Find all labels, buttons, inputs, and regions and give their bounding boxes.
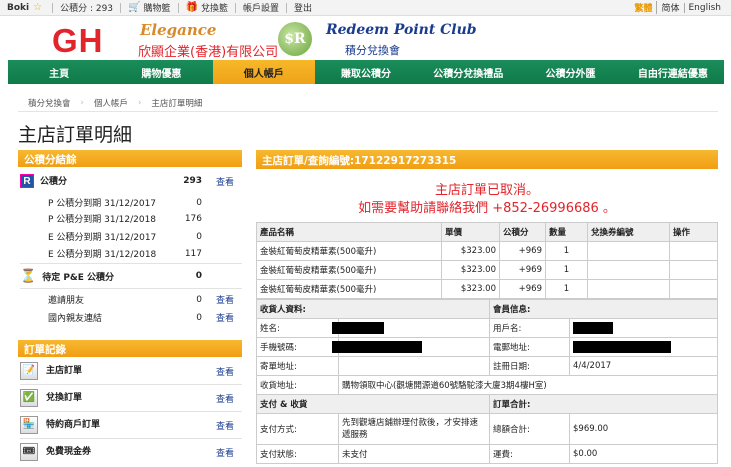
table-row: 收貨地址: 購物領取中心(觀塘開源道60號駱駝漆大廈3期4樓H室) — [256, 375, 718, 395]
club-name: Redeem Point Club — [326, 22, 477, 38]
divider — [20, 384, 242, 385]
redacted-username — [573, 322, 613, 334]
breadcrumb: 積分兌換會 › 個人帳戶 › 主店訂單明細 — [18, 95, 212, 111]
elegance-logo-text: Elegance — [140, 21, 217, 39]
page-title: 主店訂單明細 — [18, 124, 133, 146]
nav-earn-points[interactable]: 賺取公積分 — [315, 60, 417, 84]
points-summary-header: 公積分結餘 — [18, 150, 242, 167]
redacted-name — [332, 322, 384, 334]
nav-redeem-gifts[interactable]: 公積分兌換禮品 — [417, 60, 519, 84]
merchant-order-icon: 🏪 — [20, 416, 38, 434]
coupon-icon: 🎟 — [20, 443, 38, 461]
top-bar: Boki ☆ 公積分 : 293 🛒 購物籃 🎁 兌換籃 帳戶設置 登出 繁體 简体 … — [0, 0, 731, 16]
points-expiry-row: E 公積分到期 31/12/2018 117 — [48, 248, 202, 261]
order-header: 主店訂單/查詢編號:17122917273315 — [256, 150, 718, 169]
table-row: 金裝紅葡萄皮精華素(500毫升) $323.00 +969 1 — [256, 279, 718, 299]
nav-shopping-offers[interactable]: 購物優惠 — [110, 60, 212, 84]
order-items-table: 產品名稱 單價 公積分 數量 兌換券編號 操作 金裝紅葡萄皮精華素(500毫升)… — [256, 222, 718, 299]
star-icon: ☆ — [33, 2, 43, 13]
view-coupons-link[interactable]: 查看 — [202, 446, 234, 459]
table-row: 金裝紅葡萄皮精華素(500毫升) $323.00 +969 1 — [256, 241, 718, 261]
breadcrumb-item: 主店訂單明細 — [151, 99, 203, 109]
points-total-row: R 公積分 293 查看 — [20, 172, 242, 190]
order-info-table: 收貨人資料: 會員信息: 姓名: 用戶名: 手機號碼: 電郵地址: 寄單地址: … — [256, 299, 718, 464]
main-nav: 主頁 購物優惠 個人帳戶 賺取公積分 公積分兌換禮品 公積分外匯 自由行連結優惠 — [8, 60, 724, 84]
table-row: 支付狀態: 未支付 運費: $0.00 — [256, 444, 718, 464]
view-redeem-orders-link[interactable]: 查看 — [202, 392, 234, 405]
nav-personal-account[interactable]: 個人帳戶 — [212, 60, 315, 84]
table-row: 支付方式: 先到觀塘店鋪辦理付款後，才安排速遞服務 總額合計: $969.00 — [256, 413, 718, 445]
referral-row: 國內親友連結 0 查看 — [48, 311, 234, 325]
nav-home[interactable]: 主頁 — [8, 60, 110, 84]
redacted-mobile — [332, 341, 422, 353]
divider — [20, 263, 242, 264]
cart-icon: 🛒 — [128, 2, 141, 13]
hourglass-icon: ⏳ — [20, 268, 37, 284]
gh-logo[interactable]: GH — [52, 22, 104, 60]
order-list-icon: 📝 — [20, 362, 38, 380]
view-main-orders-link[interactable]: 查看 — [202, 365, 234, 378]
order-records-header: 訂單記錄 — [18, 340, 242, 357]
gift-icon: 🎁 — [185, 2, 198, 13]
divider — [20, 288, 242, 289]
company-name: 欣顯企業(香港)有限公司 — [138, 45, 279, 60]
pending-points-row: ⏳ 待定 P&E 公積分 0 — [20, 268, 202, 284]
points-expiry-row: P 公積分到期 31/12/2018 176 — [48, 213, 202, 226]
table-row: 寄單地址: 註冊日期: 4/4/2017 — [256, 356, 718, 376]
redacted-email — [573, 341, 671, 353]
table-row: 手機號碼: 電郵地址: — [256, 337, 718, 357]
redeem-order-icon: ✅ — [20, 389, 38, 407]
logout-link[interactable]: 登出 — [287, 3, 319, 14]
view-points-link[interactable]: 查看 — [202, 175, 234, 188]
account-settings-link[interactable]: 帳戶設置 — [236, 2, 287, 14]
nav-travel-offers[interactable]: 自由行連結優惠 — [622, 60, 724, 84]
info-section-header: 支付 & 收貨 訂單合計: — [256, 394, 718, 414]
lang-traditional[interactable]: 繁體 — [630, 1, 656, 14]
view-merchant-orders-link[interactable]: 查看 — [202, 419, 234, 432]
redeem-cart-link[interactable]: 🎁 兌換籃 — [179, 2, 236, 14]
club-subtitle: 積分兌換會 — [345, 44, 400, 57]
club-logo-icon: $R — [278, 22, 312, 56]
invite-friends-row: 邀請朋友 0 查看 — [48, 293, 234, 307]
cart-link[interactable]: 🛒 購物籃 — [121, 2, 179, 14]
table-row: 金裝紅葡萄皮精華素(500毫升) $323.00 +969 1 — [256, 260, 718, 280]
cancel-notice: 主店訂單已取消。 如需要幫助請聯絡我們 +852-26996686 。 — [358, 183, 616, 216]
breadcrumb-item[interactable]: 積分兌換會 — [18, 97, 81, 109]
order-menu-main-store[interactable]: 📝 主店訂單 查看 — [20, 360, 242, 382]
language-switcher: 繁體 简体 English — [630, 1, 731, 14]
site-header: GH Elegance 欣顯企業(香港)有限公司 $R Redeem Point… — [0, 16, 731, 60]
lang-english[interactable]: English — [683, 2, 726, 13]
info-section-header: 收貨人資料: 會員信息: — [256, 299, 718, 319]
nav-points-exchange[interactable]: 公積分外匯 — [519, 60, 621, 84]
order-menu-coupons[interactable]: 🎟 免費現金券 查看 — [20, 441, 242, 463]
points-expiry-row: P 公積分到期 31/12/2017 0 — [48, 197, 202, 210]
table-row: 姓名: 用戶名: — [256, 318, 718, 338]
divider — [20, 411, 242, 412]
points-link[interactable]: 公積分 : 293 — [53, 2, 122, 14]
table-header-row: 產品名稱 單價 公積分 數量 兌換券編號 操作 — [256, 222, 718, 242]
breadcrumb-item[interactable]: 個人帳戶 — [84, 97, 138, 109]
lang-simplified[interactable]: 简体 — [656, 1, 683, 14]
view-referral-link[interactable]: 查看 — [202, 311, 234, 324]
divider — [18, 111, 718, 112]
view-invite-link[interactable]: 查看 — [202, 293, 234, 306]
user-name[interactable]: Boki ☆ — [0, 2, 54, 13]
order-menu-redeem[interactable]: ✅ 兌換訂單 查看 — [20, 387, 242, 409]
order-menu-merchant[interactable]: 🏪 特約商戶訂單 查看 — [20, 414, 242, 436]
points-r-icon: R — [20, 174, 34, 188]
divider — [20, 438, 242, 439]
points-expiry-row: E 公積分到期 31/12/2017 0 — [48, 231, 202, 244]
